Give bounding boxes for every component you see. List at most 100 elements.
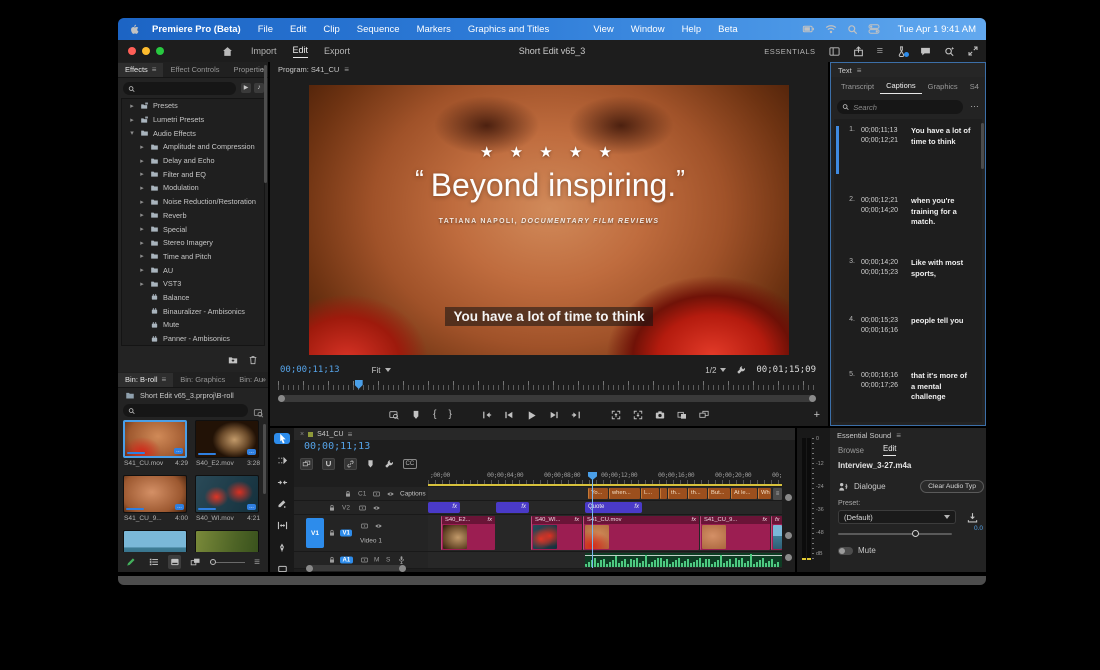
quick-export-icon[interactable]: [853, 46, 864, 57]
search-bin-icon[interactable]: [253, 405, 264, 415]
freeform-view-icon[interactable]: [190, 557, 201, 567]
timeline-caption-clip[interactable]: [660, 488, 667, 499]
zoom-window-button[interactable]: [156, 47, 164, 55]
clip-thumbnail[interactable]: …: [195, 475, 259, 513]
timeline-vertical-scroll-handle[interactable]: [785, 494, 792, 501]
timeline-caption-clip[interactable]: But...: [708, 488, 730, 499]
accelerated-effects-filter-icon[interactable]: ▶: [241, 83, 251, 93]
caption-track-lane[interactable]: Yo...when...L...th...th...But...At le...…: [428, 487, 782, 501]
close-icon[interactable]: ×: [300, 431, 304, 438]
caption-track-end-handle[interactable]: ≡: [773, 488, 782, 500]
effects-tree-item-balance[interactable]: Balance: [122, 291, 264, 305]
step-forward-icon[interactable]: [549, 410, 559, 420]
button-editor-icon[interactable]: +: [814, 406, 820, 424]
pen-tool[interactable]: [274, 542, 290, 553]
bin-search[interactable]: [123, 404, 248, 417]
effects-tree-item-amplitude-and-compression[interactable]: ▸Amplitude and Compression: [122, 140, 264, 154]
tab-bin-b-roll[interactable]: Bin: B-roll≡: [118, 373, 173, 387]
tab-menu-icon[interactable]: ≡: [162, 376, 167, 383]
menubar-menu-beta[interactable]: Beta: [718, 24, 738, 35]
program-mini-timeline[interactable]: [278, 381, 816, 390]
export-frame-icon[interactable]: [655, 410, 665, 420]
snap-magnet-icon[interactable]: [322, 458, 335, 470]
add-marker-icon[interactable]: [366, 459, 375, 469]
track-output-eye-icon[interactable]: [372, 504, 381, 512]
apple-menu-icon[interactable]: [128, 22, 140, 36]
thumbnail-zoom-slider[interactable]: [210, 562, 245, 563]
rectangle-tool[interactable]: [274, 564, 290, 572]
fullscreen-icon[interactable]: [968, 46, 978, 56]
battery-icon[interactable]: [802, 23, 815, 35]
bin-item-s41-cu-9[interactable]: …S41_CU_9...4:00: [123, 475, 189, 522]
effects-tree-item-mute[interactable]: Mute: [122, 318, 264, 332]
bin-item[interactable]: …: [195, 530, 261, 554]
track-select-forward-tool[interactable]: [274, 455, 290, 466]
panel-menu-icon[interactable]: ≡: [348, 431, 353, 438]
tab-transcript[interactable]: Transcript: [835, 79, 880, 94]
zoom-tool-icon[interactable]: [944, 46, 955, 57]
tab-bin-graphics[interactable]: Bin: Graphics: [173, 373, 232, 387]
timeline-caption-clip[interactable]: At le...: [731, 488, 757, 499]
add-marker-icon[interactable]: [411, 410, 421, 420]
v1-source-patch[interactable]: V1: [306, 518, 324, 548]
a1-track-lane[interactable]: [428, 552, 782, 569]
clear-audio-type-button[interactable]: Clear Audio Typ: [920, 480, 984, 493]
lock-icon[interactable]: [344, 489, 352, 498]
playback-resolution-dropdown[interactable]: 1/2: [705, 366, 726, 375]
timeline-caption-clip[interactable]: L...: [641, 488, 659, 499]
beta-feedback-icon[interactable]: [896, 45, 907, 56]
delete-icon[interactable]: [248, 355, 258, 365]
lock-icon[interactable]: [328, 503, 336, 512]
effects-tree-item-noise-reduction-restoration[interactable]: ▸Noise Reduction/Restoration: [122, 195, 264, 209]
menubar-menu-window[interactable]: Window: [631, 24, 665, 35]
tab-effects[interactable]: Effects≡: [118, 63, 163, 77]
lock-icon[interactable]: [328, 529, 336, 538]
v1-track-badge[interactable]: V1: [340, 530, 352, 537]
panel-menu-icon[interactable]: ≡: [344, 66, 349, 73]
timeline-graphic-clip[interactable]: fx: [428, 502, 460, 513]
comments-icon[interactable]: [920, 46, 931, 57]
nest-sequence-icon[interactable]: [300, 458, 313, 470]
track-output-eye-icon[interactable]: [386, 490, 395, 498]
menubar-menu-sequence[interactable]: Sequence: [357, 24, 400, 35]
effects-tree-item-panner-ambisonics[interactable]: Panner - Ambisonics: [122, 332, 264, 346]
play-icon[interactable]: [526, 410, 537, 421]
more-options-icon[interactable]: …: [970, 99, 979, 109]
track-output-eye-icon[interactable]: [374, 522, 383, 530]
menubar-menu-help[interactable]: Help: [682, 24, 702, 35]
program-playhead[interactable]: [355, 380, 363, 389]
program-zoom-scrollbar[interactable]: [278, 395, 816, 402]
razor-tool[interactable]: [274, 499, 290, 509]
slip-tool[interactable]: [274, 520, 290, 531]
menubar-menu-view[interactable]: View: [593, 24, 613, 35]
tab-menu-icon[interactable]: ≡: [152, 66, 157, 73]
sync-lock-icon[interactable]: [360, 556, 369, 564]
effects-scrollbar[interactable]: [264, 65, 267, 183]
close-window-button[interactable]: [128, 47, 136, 55]
captions-search-input[interactable]: [853, 103, 958, 112]
go-to-in-icon[interactable]: [482, 410, 492, 420]
caption-item-3[interactable]: 3.00;00;14;2000;00;15;23Like with most s…: [834, 256, 982, 314]
timeline-settings-wrench-icon[interactable]: [384, 459, 394, 469]
lift-icon[interactable]: [611, 410, 621, 420]
step-back-icon[interactable]: [504, 410, 514, 420]
find-clip-icon[interactable]: [389, 410, 399, 420]
ripple-edit-tool[interactable]: [274, 477, 290, 488]
fit-dropdown[interactable]: Fit: [372, 366, 391, 375]
panel-menu-icon[interactable]: ≡: [857, 67, 862, 74]
caption-item-1[interactable]: 1.00;00;11;1300;00;12;21You have a lot o…: [834, 124, 982, 194]
effects-tree-item-vst3[interactable]: ▸VST3: [122, 277, 264, 291]
tab-effect-controls[interactable]: Effect Controls: [163, 63, 226, 77]
effects-tree-item-filter-and-eq[interactable]: ▸Filter and EQ: [122, 167, 264, 181]
timeline-graphic-clip[interactable]: fx: [496, 502, 529, 513]
minimize-window-button[interactable]: [142, 47, 150, 55]
writable-pen-icon[interactable]: [126, 557, 136, 567]
clip-thumbnail[interactable]: …: [123, 475, 187, 513]
a1-track-badge[interactable]: A1: [340, 557, 353, 564]
caption-text[interactable]: when you're training for a match.: [911, 196, 972, 256]
multi-camera-icon[interactable]: [699, 410, 709, 420]
clip-thumbnail[interactable]: …: [195, 420, 259, 458]
clip-thumbnail[interactable]: …: [123, 530, 187, 554]
nav-edit[interactable]: Edit: [293, 45, 309, 58]
home-icon[interactable]: [222, 46, 233, 57]
